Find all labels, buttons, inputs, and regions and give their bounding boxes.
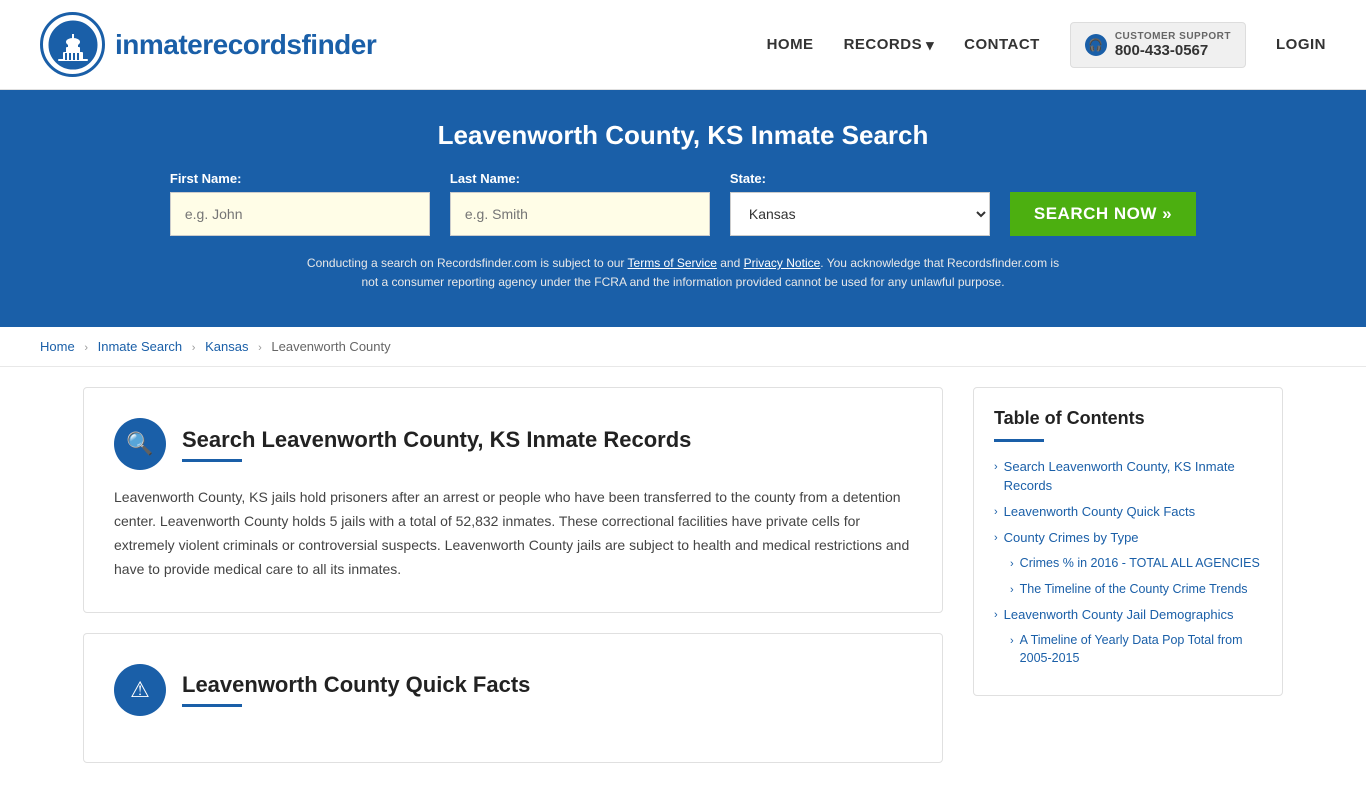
breadcrumb: Home › Inmate Search › Kansas › Leavenwo… xyxy=(0,327,1366,367)
toc-link-6[interactable]: › Leavenworth County Jail Demographics xyxy=(994,606,1262,624)
hero-title: Leavenworth County, KS Inmate Search xyxy=(40,120,1326,151)
card-2-underline xyxy=(182,704,242,707)
breadcrumb-kansas[interactable]: Kansas xyxy=(205,339,248,354)
toc-divider xyxy=(994,439,1044,442)
nav-login[interactable]: LOGIN xyxy=(1276,36,1326,53)
toc-card: Table of Contents › Search Leavenworth C… xyxy=(973,387,1283,696)
toc-link-3[interactable]: › County Crimes by Type xyxy=(994,529,1262,547)
toc-item-4: › Crimes % in 2016 - TOTAL ALL AGENCIES xyxy=(994,555,1262,573)
warning-icon: ⚠ xyxy=(114,664,166,716)
toc-link-1[interactable]: › Search Leavenworth County, KS Inmate R… xyxy=(994,458,1262,494)
last-name-group: Last Name: xyxy=(450,171,710,236)
first-name-group: First Name: xyxy=(170,171,430,236)
state-select[interactable]: Kansas xyxy=(730,192,990,236)
headset-icon: 🎧 xyxy=(1085,34,1107,56)
terms-link[interactable]: Terms of Service xyxy=(628,256,717,270)
logo-icon xyxy=(40,12,105,77)
toc-title: Table of Contents xyxy=(994,408,1262,429)
toc-link-5[interactable]: › The Timeline of the County Crime Trend… xyxy=(1010,581,1262,599)
state-label: State: xyxy=(730,171,766,186)
article: 🔍 Search Leavenworth County, KS Inmate R… xyxy=(83,387,943,782)
toc-list: › Search Leavenworth County, KS Inmate R… xyxy=(994,458,1262,667)
card-1-body: Leavenworth County, KS jails hold prison… xyxy=(114,486,912,581)
toc-item-6: › Leavenworth County Jail Demographics xyxy=(994,606,1262,624)
nav-records[interactable]: RECORDS ▾ xyxy=(844,36,935,54)
last-name-label: Last Name: xyxy=(450,171,520,186)
logo-text: inmaterecordsfinder xyxy=(115,29,376,61)
card-1-title: Search Leavenworth County, KS Inmate Rec… xyxy=(182,427,691,453)
first-name-label: First Name: xyxy=(170,171,242,186)
toc-item-2: › Leavenworth County Quick Facts xyxy=(994,503,1262,521)
hero-section: Leavenworth County, KS Inmate Search Fir… xyxy=(0,90,1366,327)
site-header: inmaterecordsfinder HOME RECORDS ▾ CONTA… xyxy=(0,0,1366,90)
toc-link-2[interactable]: › Leavenworth County Quick Facts xyxy=(994,503,1262,521)
main-nav: HOME RECORDS ▾ CONTACT 🎧 CUSTOMER SUPPOR… xyxy=(767,22,1326,68)
search-form: First Name: Last Name: State: Kansas SEA… xyxy=(40,171,1326,236)
search-icon: 🔍 xyxy=(114,418,166,470)
card-1-underline xyxy=(182,459,242,462)
chevron-right-icon: › xyxy=(994,505,998,520)
breadcrumb-home[interactable]: Home xyxy=(40,339,75,354)
breadcrumb-sep-1: › xyxy=(84,342,88,354)
state-group: State: Kansas xyxy=(730,171,990,236)
breadcrumb-inmate-search[interactable]: Inmate Search xyxy=(98,339,183,354)
first-name-input[interactable] xyxy=(170,192,430,236)
customer-support[interactable]: 🎧 CUSTOMER SUPPORT 800-433-0567 xyxy=(1070,22,1246,68)
toc-item-3: › County Crimes by Type xyxy=(994,529,1262,547)
quick-facts-card: ⚠ Leavenworth County Quick Facts xyxy=(83,633,943,763)
sidebar: Table of Contents › Search Leavenworth C… xyxy=(973,387,1283,782)
support-label: CUSTOMER SUPPORT xyxy=(1115,31,1231,42)
toc-link-4[interactable]: › Crimes % in 2016 - TOTAL ALL AGENCIES xyxy=(1010,555,1262,573)
toc-item-1: › Search Leavenworth County, KS Inmate R… xyxy=(994,458,1262,494)
breadcrumb-sep-3: › xyxy=(258,342,262,354)
chevron-right-icon: › xyxy=(1010,557,1014,572)
toc-link-7[interactable]: › A Timeline of Yearly Data Pop Total fr… xyxy=(1010,632,1262,667)
card-2-title: Leavenworth County Quick Facts xyxy=(182,672,530,698)
chevron-right-icon: › xyxy=(994,608,998,623)
logo[interactable]: inmaterecordsfinder xyxy=(40,12,376,77)
chevron-right-icon: › xyxy=(1010,583,1014,598)
breadcrumb-sep-2: › xyxy=(192,342,196,354)
breadcrumb-current: Leavenworth County xyxy=(271,339,390,354)
main-content: 🔍 Search Leavenworth County, KS Inmate R… xyxy=(43,387,1323,782)
chevron-right-icon: › xyxy=(994,460,998,475)
chevron-down-icon: ▾ xyxy=(926,36,934,54)
chevron-right-icon: › xyxy=(994,531,998,546)
chevron-right-icon: › xyxy=(1010,634,1014,649)
toc-item-5: › The Timeline of the County Crime Trend… xyxy=(994,581,1262,599)
last-name-input[interactable] xyxy=(450,192,710,236)
nav-contact[interactable]: CONTACT xyxy=(964,36,1040,53)
toc-item-7: › A Timeline of Yearly Data Pop Total fr… xyxy=(994,632,1262,667)
disclaimer-text: Conducting a search on Recordsfinder.com… xyxy=(303,254,1063,292)
search-button[interactable]: SEARCH NOW » xyxy=(1010,192,1196,236)
inmate-records-card: 🔍 Search Leavenworth County, KS Inmate R… xyxy=(83,387,943,612)
nav-home[interactable]: HOME xyxy=(767,36,814,53)
privacy-link[interactable]: Privacy Notice xyxy=(744,256,821,270)
support-phone: 800-433-0567 xyxy=(1115,42,1231,59)
